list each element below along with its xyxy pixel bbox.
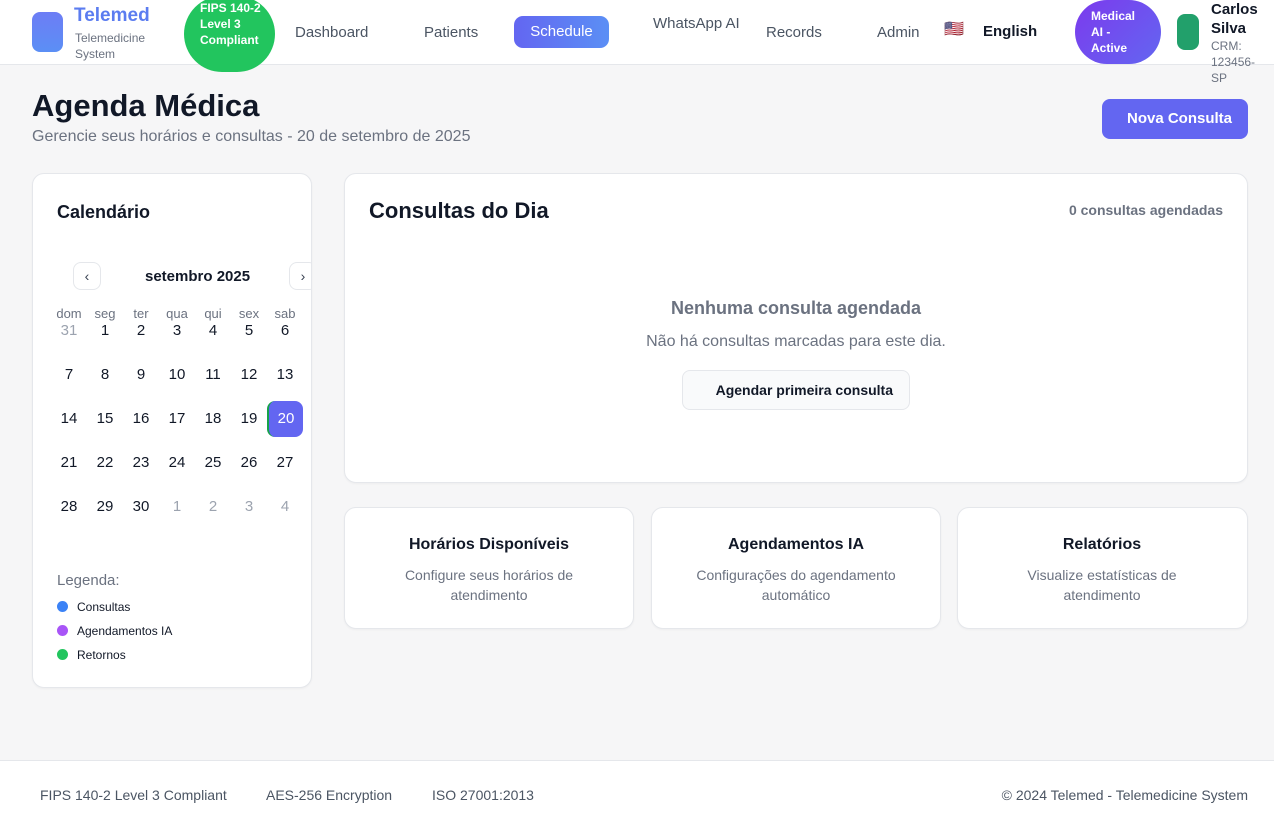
legend-label: Retornos <box>77 648 126 662</box>
calendar-day[interactable]: 21 <box>51 445 87 481</box>
next-month-button[interactable]: › <box>289 262 311 290</box>
footer-aes: AES-256 Encryption <box>266 787 393 803</box>
calendar-day[interactable]: 31 <box>51 313 87 349</box>
footer-iso: ISO 27001:2013 <box>432 787 534 803</box>
brand-subtitle: Telemedicine System <box>75 31 146 61</box>
card-title: Relatórios <box>1062 536 1142 553</box>
fips-badge: FIPS 140-2 Level 3 Compliant <box>184 0 275 72</box>
calendar-day[interactable]: 9 <box>123 357 159 393</box>
calendar-day[interactable]: 16 <box>123 401 159 437</box>
calendar-day[interactable]: 4 <box>195 313 231 349</box>
calendar-day[interactable]: 28 <box>51 489 87 525</box>
calendar-day[interactable]: 3 <box>159 313 195 349</box>
calendar-day[interactable]: 7 <box>51 357 87 393</box>
calendar-day[interactable]: 4 <box>267 489 303 525</box>
calendar-day[interactable]: 12 <box>231 357 267 393</box>
ai-badge-line-1: Medical <box>1091 9 1136 23</box>
calendar-day[interactable]: 13 <box>267 357 303 393</box>
calendar-day[interactable]: 5 <box>231 313 267 349</box>
nav-dashboard[interactable]: Dashboard <box>295 24 368 41</box>
empty-state-title: Nenhuma consulta agendada <box>670 298 922 318</box>
chevron-left-icon: ‹ <box>84 268 90 284</box>
legend-label: Consultas <box>77 600 131 614</box>
calendar-day[interactable]: 3 <box>231 489 267 525</box>
card-subtitle: Configure seus horários de atendimento <box>404 567 574 603</box>
calendar-day[interactable]: 26 <box>231 445 267 481</box>
medical-ai-badge: Medical AI - Active <box>1075 0 1161 64</box>
page-subtitle: Gerencie seus horários e consultas - 20 … <box>32 128 471 145</box>
nav-patients[interactable]: Patients <box>424 24 478 41</box>
calendar-day[interactable]: 1 <box>159 489 195 525</box>
legend-dot-icon <box>57 649 68 660</box>
calendar-day[interactable]: 6 <box>267 313 303 349</box>
calendar-day[interactable]: 2 <box>123 313 159 349</box>
card-agendamentos-ia[interactable]: Agendamentos IA Configurações do agendam… <box>651 507 941 629</box>
calendar-day[interactable]: 19 <box>231 401 267 437</box>
calendar-title: Calendário <box>57 202 151 222</box>
logo-icon <box>32 12 63 52</box>
calendar-card: Calendário ‹ setembro 2025 › dom seg ter qu… <box>32 173 312 688</box>
empty-state-subtitle: Não há consultas marcadas para este dia. <box>646 333 946 350</box>
nav-whatsapp-ai[interactable]: WhatsApp AI <box>633 12 743 36</box>
legend-label: Agendamentos IA <box>77 624 173 638</box>
footer-fips: FIPS 140-2 Level 3 Compliant <box>40 787 227 803</box>
schedule-first-button[interactable]: Agendar primeira consulta <box>682 370 910 410</box>
footer-copyright: © 2024 Telemed - Telemedicine System <box>1001 787 1248 803</box>
ai-badge-line-2: AI - <box>1091 25 1111 39</box>
nav-records[interactable]: Records <box>766 24 822 41</box>
calendar-day-selected[interactable]: 20 <box>267 401 303 437</box>
us-flag-icon[interactable]: 🇺🇸 <box>944 22 966 38</box>
calendar-day[interactable]: 15 <box>87 401 123 437</box>
calendar-day[interactable]: 25 <box>195 445 231 481</box>
avatar[interactable] <box>1177 14 1199 50</box>
card-horarios[interactable]: Horários Disponíveis Configure seus horá… <box>344 507 634 629</box>
prev-month-button[interactable]: ‹ <box>73 262 101 290</box>
legend-dot-icon <box>57 625 68 636</box>
brand-title[interactable]: Telemed <box>74 5 150 27</box>
calendar-day[interactable]: 14 <box>51 401 87 437</box>
consultas-count: 0 consultas agendadas <box>1068 202 1223 218</box>
calendar-day[interactable]: 23 <box>123 445 159 481</box>
new-appointment-button[interactable]: Nova Consulta <box>1102 99 1248 139</box>
legend-title: Legenda: <box>57 572 120 589</box>
calendar-day[interactable]: 10 <box>159 357 195 393</box>
footer: FIPS 140-2 Level 3 Compliant AES-256 Enc… <box>0 760 1274 829</box>
user-name[interactable]: Carlos Silva <box>1211 0 1271 38</box>
consultas-title: Consultas do Dia <box>369 198 549 223</box>
calendar-day[interactable]: 1 <box>87 313 123 349</box>
card-title: Horários Disponíveis <box>408 536 570 553</box>
top-header: Telemed Telemedicine System FIPS 140-2 L… <box>0 0 1274 85</box>
card-subtitle: Visualize estatísticas de atendimento <box>1027 567 1177 603</box>
calendar-day[interactable]: 30 <box>123 489 159 525</box>
calendar-day[interactable]: 27 <box>267 445 303 481</box>
calendar-day[interactable]: 18 <box>195 401 231 437</box>
calendar-day[interactable]: 2 <box>195 489 231 525</box>
consultas-card: Consultas do Dia 0 consultas agendadas N… <box>344 173 1248 483</box>
ai-badge-line-3: Active <box>1091 41 1128 55</box>
calendar-day[interactable]: 17 <box>159 401 195 437</box>
calendar-day[interactable]: 11 <box>195 357 231 393</box>
user-crm: CRM: 123456-SP <box>1211 39 1256 85</box>
chevron-right-icon: › <box>300 268 306 284</box>
card-title: Agendamentos IA <box>727 536 864 553</box>
card-relatorios[interactable]: Relatórios Visualize estatísticas de ate… <box>957 507 1248 629</box>
page-title: Agenda Médica <box>32 88 260 123</box>
language-selector[interactable]: English <box>983 23 1037 40</box>
nav-schedule[interactable]: Schedule <box>514 16 609 48</box>
card-subtitle: Configurações do agendamento automático <box>696 567 896 603</box>
legend-item-consultas: Consultas <box>57 600 130 614</box>
calendar-day[interactable]: 22 <box>87 445 123 481</box>
calendar-day[interactable]: 29 <box>87 489 123 525</box>
calendar-day[interactable]: 24 <box>159 445 195 481</box>
calendar-day[interactable]: 8 <box>87 357 123 393</box>
nav-admin[interactable]: Admin <box>877 24 920 41</box>
legend-item-retornos: Retornos <box>57 648 126 662</box>
legend-item-ia: Agendamentos IA <box>57 624 172 638</box>
legend-dot-icon <box>57 601 68 612</box>
calendar-month-label: setembro 2025 <box>145 268 251 285</box>
